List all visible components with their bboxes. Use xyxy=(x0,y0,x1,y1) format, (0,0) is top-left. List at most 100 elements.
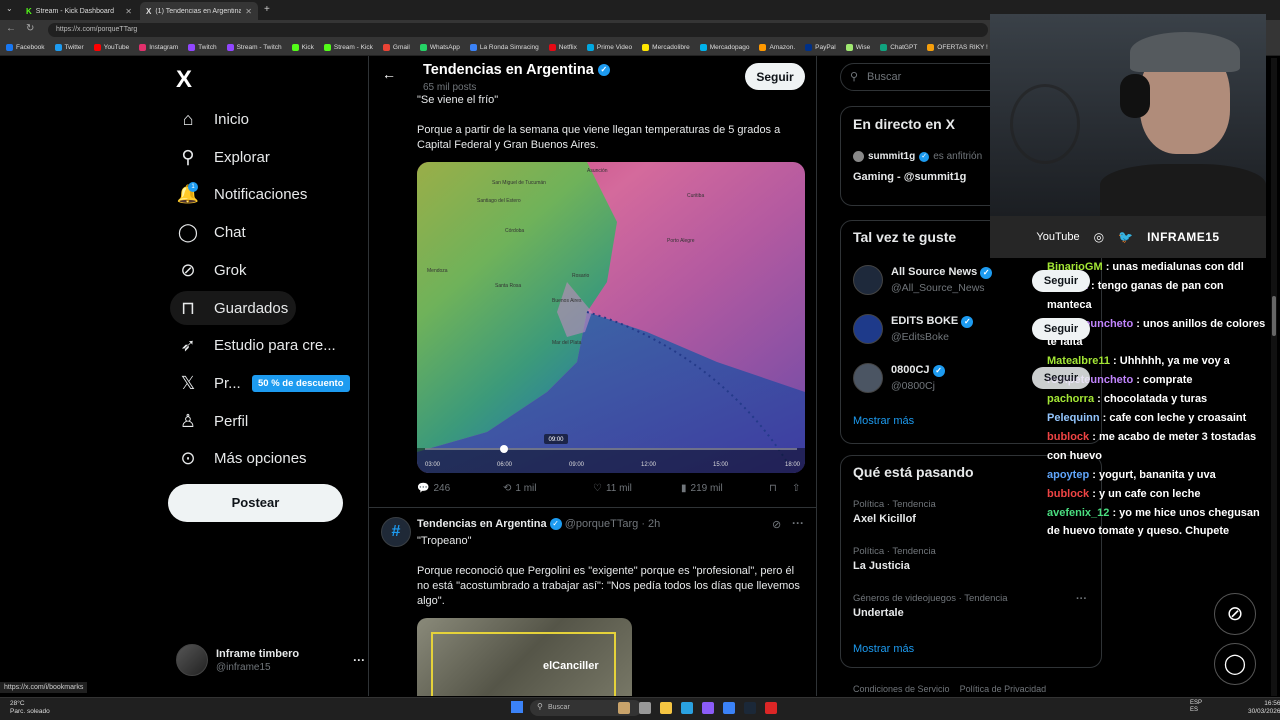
close-tab-icon[interactable]: ✕ xyxy=(125,7,132,16)
messages-fab-icon[interactable]: ◯ xyxy=(1214,643,1256,685)
nav-item-perfil[interactable]: ♙ Perfil xyxy=(170,404,256,438)
bookmark-icon: ⊓ xyxy=(769,483,777,494)
show-more-link[interactable]: Mostrar más xyxy=(853,415,914,427)
like-button[interactable]: ♡ 11 mil xyxy=(593,483,632,494)
share-button[interactable]: ⇧ xyxy=(792,483,800,494)
divider xyxy=(369,507,816,508)
weather-widget[interactable]: 28°C Parc. soleado xyxy=(10,700,50,716)
weather-map-video[interactable]: San Miguel de Tucumán Santiago del Estero… xyxy=(417,162,805,473)
taskbar-app-icon[interactable] xyxy=(660,702,672,714)
close-tab-icon[interactable]: ✕ xyxy=(245,7,252,16)
bookmark-item[interactable]: Facebook xyxy=(6,44,45,51)
twitter-icon: 🐦 xyxy=(1118,230,1134,244)
follow-button[interactable]: Seguir xyxy=(1032,367,1090,389)
suggested-account[interactable]: 0800CJ ✓ @0800Cj xyxy=(853,363,945,393)
reload-icon[interactable]: ↻ xyxy=(26,23,34,34)
bookmark-item[interactable]: OFERTAS RIKY ! xyxy=(927,44,988,51)
trend-item[interactable]: Política · Tendencia La Justicia xyxy=(853,546,936,572)
bookmark-item[interactable]: ChatGPT xyxy=(880,44,917,51)
map-city-label: San Miguel de Tucumán xyxy=(492,180,546,186)
bookmark-item[interactable]: PayPal xyxy=(805,44,836,51)
bookmark-label: PayPal xyxy=(815,44,836,51)
back-arrow-icon[interactable]: ← xyxy=(382,66,396,82)
language-indicator[interactable]: ESP ES xyxy=(1190,700,1202,714)
bookmark-item[interactable]: Amazon. xyxy=(759,44,795,51)
taskbar-app-icon[interactable] xyxy=(681,702,693,714)
suggested-account[interactable]: All Source News ✓ @All_Source_News xyxy=(853,265,993,295)
footer-link[interactable]: Condiciones de Servicio xyxy=(853,684,950,694)
url-input[interactable]: https://x.com/porqueTTarg xyxy=(48,23,988,37)
timeline-scrubber[interactable] xyxy=(500,445,508,453)
suggested-account[interactable]: EDITS BOKE ✓ @EditsBoke xyxy=(853,314,974,344)
avatar xyxy=(176,644,208,676)
trend-item[interactable]: Géneros de videojuegos · Tendencia Undert… xyxy=(853,593,1008,619)
trend-more-icon[interactable]: ··· xyxy=(1076,593,1087,605)
bookmark-item[interactable]: Instagram xyxy=(139,44,178,51)
taskbar-app-icon[interactable] xyxy=(723,702,735,714)
new-tab-icon[interactable]: + xyxy=(264,4,270,15)
system-clock[interactable]: 16:56 30/03/2026 xyxy=(1248,700,1280,716)
post-button[interactable]: Postear xyxy=(168,484,343,522)
back-icon[interactable]: ← xyxy=(6,23,16,34)
nav-item-estudio-para-cre[interactable]: ➶ Estudio para cre... xyxy=(170,328,344,362)
bookmark-item[interactable]: La Ronda Simracing xyxy=(469,44,539,51)
bookmark-item[interactable]: YouTube xyxy=(93,44,129,51)
views-button[interactable]: ▮ 219 mil xyxy=(681,483,723,494)
tab-search-icon[interactable]: ⌄ xyxy=(6,4,13,13)
tab-x[interactable]: X (1) Tendencias en Argentina (@po… ✕ xyxy=(140,2,258,20)
avatar[interactable]: # xyxy=(381,517,411,547)
post-time[interactable]: · 2h xyxy=(641,518,660,530)
reply-button[interactable]: 💬 246 xyxy=(417,483,450,494)
trend-item[interactable]: Política · Tendencia Axel Kicillof xyxy=(853,499,936,525)
youtube-label: YouTube xyxy=(1036,231,1080,243)
bookmark-item[interactable]: Mercadopago xyxy=(699,44,749,51)
nav-item-grok[interactable]: ⊘ Grok xyxy=(170,253,255,287)
taskbar-app-icon[interactable] xyxy=(702,702,714,714)
bookmark-item[interactable]: Twitch xyxy=(188,44,217,51)
grok-icon[interactable]: ⊘ xyxy=(772,518,781,531)
follow-button[interactable]: Seguir xyxy=(1032,270,1090,292)
taskbar-app-icon[interactable] xyxy=(744,702,756,714)
more-icon[interactable]: ··· xyxy=(353,653,365,667)
footer-link[interactable]: Política de Privacidad xyxy=(960,684,1047,694)
bookmark-item[interactable]: Stream - Twitch xyxy=(226,44,282,51)
bookmark-item[interactable]: Gmail xyxy=(382,44,410,51)
scrollbar-thumb[interactable] xyxy=(1272,296,1276,336)
bookmark-item[interactable]: Netflix xyxy=(548,44,577,51)
account-switcher[interactable]: Inframe timbero @inframe15 ··· xyxy=(176,644,365,676)
post-author-name[interactable]: Tendencias en Argentina xyxy=(417,518,547,530)
post-image[interactable]: elCanciller xyxy=(417,618,632,696)
nav-item-más-opciones[interactable]: ⊙ Más opciones xyxy=(170,441,315,475)
scrollbar[interactable] xyxy=(1271,58,1277,696)
bookmark-item[interactable]: Mercadolibre xyxy=(642,44,690,51)
live-host[interactable]: summit1g ✓ es anfitrión xyxy=(853,151,982,162)
follow-button[interactable]: Seguir xyxy=(1032,318,1090,340)
show-more-link[interactable]: Mostrar más xyxy=(853,643,914,655)
bookmark-item[interactable]: Stream - Kick xyxy=(323,44,373,51)
repost-button[interactable]: ⟲ 1 mil xyxy=(503,483,537,494)
bookmark-item[interactable]: Twitter xyxy=(54,44,84,51)
nav-item-inicio[interactable]: ⌂ Inicio xyxy=(170,102,257,136)
follow-button[interactable]: Seguir xyxy=(745,63,805,90)
post-body: Porque a partir de la semana que viene l… xyxy=(417,124,781,151)
live-space-title[interactable]: Gaming - @summit1g xyxy=(853,171,966,183)
bookmark-item[interactable]: Prime Video xyxy=(586,44,632,51)
windows-start-icon[interactable] xyxy=(511,701,523,713)
nav-item-guardados[interactable]: ⊓ Guardados xyxy=(170,291,297,325)
bookmark-post-button[interactable]: ⊓ xyxy=(769,483,777,494)
nav-item-chat[interactable]: ◯ Chat xyxy=(170,215,254,249)
bookmark-item[interactable]: WhatsApp xyxy=(419,44,460,51)
bookmark-item[interactable]: Kick xyxy=(291,44,314,51)
tab-kick-dashboard[interactable]: K Stream - Kick Dashboard ✕ xyxy=(20,2,138,20)
grok-fab-icon[interactable]: ⊘ xyxy=(1214,593,1256,635)
taskbar-app-icon[interactable] xyxy=(639,702,651,714)
trend-category: Política · Tendencia xyxy=(853,499,936,510)
taskbar-app-icon[interactable] xyxy=(765,702,777,714)
post-more-icon[interactable]: ··· xyxy=(792,516,804,530)
bookmark-item[interactable]: Wise xyxy=(845,44,870,51)
x-logo[interactable]: X xyxy=(176,66,192,94)
nav-item-pr[interactable]: 𝕏 Pr... xyxy=(170,366,249,400)
repost-count: 1 mil xyxy=(515,483,537,494)
taskbar-app-icon[interactable] xyxy=(618,702,630,714)
nav-item-explorar[interactable]: ⚲ Explorar xyxy=(170,140,278,174)
